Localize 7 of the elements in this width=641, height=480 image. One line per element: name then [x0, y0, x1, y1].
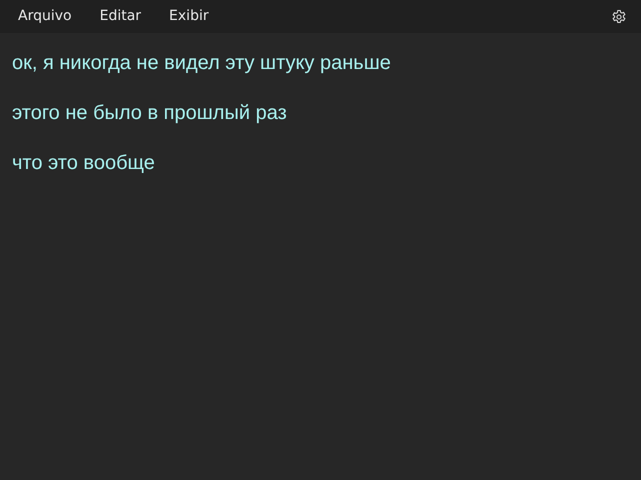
- text-line: ок, я никогда не видел эту штуку раньше: [12, 51, 392, 75]
- text-line: что это вообще: [12, 151, 156, 175]
- text-line: этого не было в прошлый раз: [12, 101, 288, 125]
- menu-item[interactable]: Exibir: [155, 2, 223, 31]
- menu-item[interactable]: Editar: [86, 2, 156, 31]
- settings-icon[interactable]: [611, 8, 627, 24]
- menu-item[interactable]: Arquivo: [4, 2, 86, 31]
